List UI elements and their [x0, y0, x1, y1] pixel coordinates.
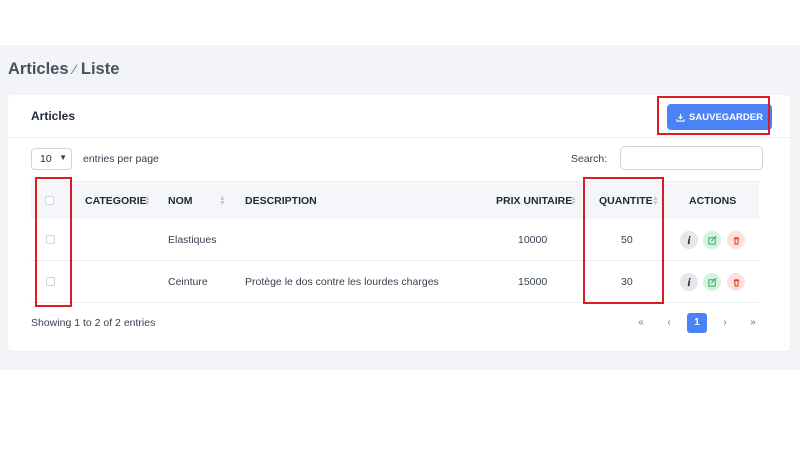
column-description[interactable]: DESCRIPTION: [245, 195, 317, 207]
column-categorie[interactable]: CATEGORIE: [85, 195, 147, 207]
info-icon[interactable]: i: [680, 273, 698, 291]
breadcrumb-separator: ⁄: [73, 61, 76, 77]
sort-icon[interactable]: ▲ ▼: [144, 195, 151, 207]
entries-per-page-select[interactable]: 10 ▼: [31, 148, 72, 170]
pagination-prev[interactable]: ‹: [663, 313, 675, 333]
breadcrumb: Articles ⁄ Liste: [8, 60, 119, 79]
breadcrumb-section[interactable]: Articles: [8, 60, 69, 78]
cell-prix-unitaire: 10000: [518, 234, 548, 246]
edit-icon[interactable]: [703, 231, 721, 249]
card-title: Articles: [31, 109, 76, 123]
trash-icon[interactable]: [727, 231, 745, 249]
search-input[interactable]: [620, 146, 763, 170]
column-actions: ACTIONS: [689, 195, 737, 207]
column-prix-unitaire[interactable]: PRIX UNITAIRE: [496, 195, 572, 207]
sort-icon[interactable]: ▲ ▼: [570, 195, 577, 207]
highlight-box-quantite: [583, 177, 664, 304]
pagination-last[interactable]: »: [747, 313, 759, 333]
pagination-first[interactable]: «: [635, 313, 647, 333]
entries-summary: Showing 1 to 2 of 2 entries: [31, 317, 156, 329]
entries-per-page-label: entries per page: [83, 153, 159, 165]
info-icon[interactable]: i: [680, 231, 698, 249]
cell-nom: Ceinture: [168, 276, 208, 288]
chevron-down-icon: ▼: [59, 153, 67, 162]
page-background: Articles ⁄ Liste Articles SAUVEGARDER 10 ▼…: [0, 45, 800, 370]
sort-icon[interactable]: ▲ ▼: [219, 195, 226, 207]
trash-icon[interactable]: [727, 273, 745, 291]
edit-icon[interactable]: [703, 273, 721, 291]
pagination-next[interactable]: ›: [719, 313, 731, 333]
breadcrumb-page: Liste: [80, 60, 120, 78]
cell-description: Protège le dos contre les lourdes charge…: [245, 276, 439, 288]
pagination-page-1[interactable]: 1: [687, 313, 707, 333]
highlight-box-save: [657, 96, 770, 135]
search-label: Search:: [571, 153, 608, 165]
cell-prix-unitaire: 15000: [518, 276, 548, 288]
entries-per-page-value: 10: [40, 153, 52, 165]
highlight-box-checkboxes: [35, 177, 72, 307]
column-nom[interactable]: NOM: [168, 195, 193, 207]
cell-nom: Elastiques: [168, 234, 217, 246]
